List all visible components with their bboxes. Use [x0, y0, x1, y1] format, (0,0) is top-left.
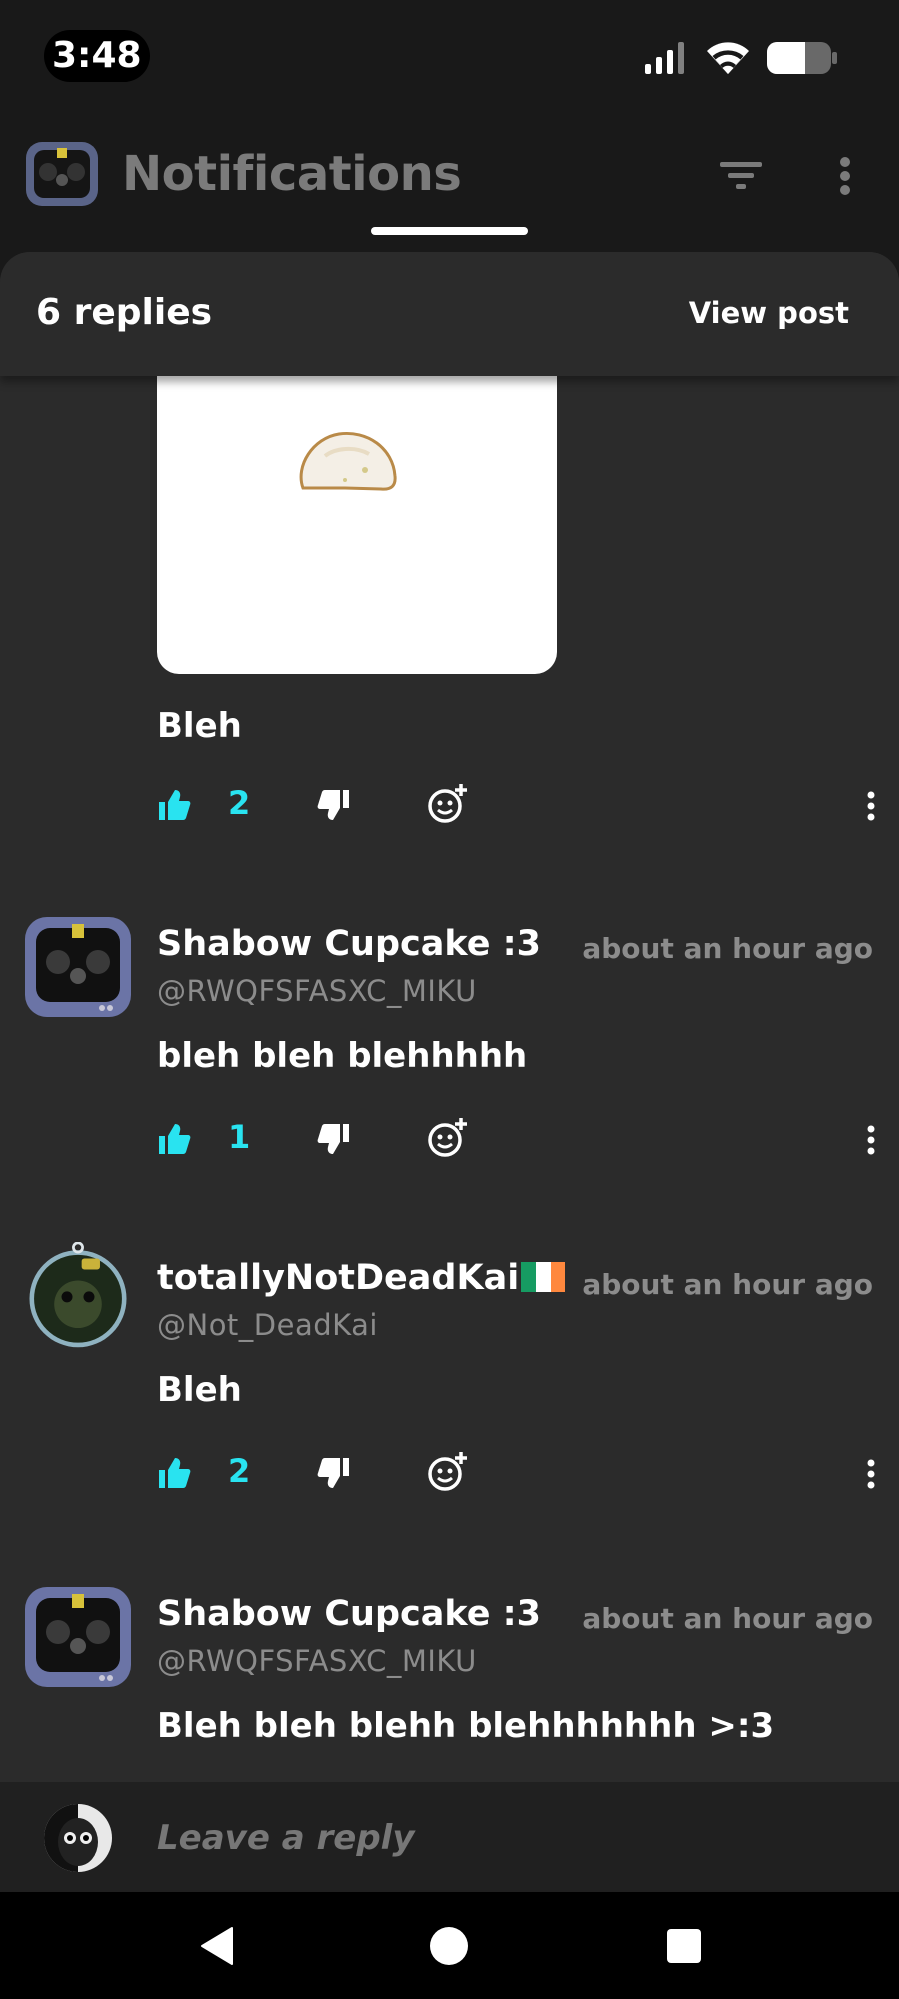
food-image-icon	[299, 431, 397, 491]
like-icon[interactable]	[157, 788, 191, 822]
like-count: 2	[228, 1452, 251, 1490]
user-name-text: totallyNotDeadKai	[157, 1258, 520, 1298]
user-name[interactable]: Shabow Cupcake :3	[157, 924, 541, 964]
comment-image[interactable]	[157, 376, 557, 674]
app-bar: Notifications	[0, 110, 899, 250]
signal-icon	[645, 42, 684, 74]
replies-sheet: 6 replies View post Bleh 2 Shabow Cupcak…	[0, 252, 899, 1782]
comment-actions: 2	[157, 1450, 877, 1498]
comment-actions: 2	[157, 782, 877, 830]
comment-text: Bleh bleh blehh blehhhhhhh >:3	[157, 1706, 775, 1746]
back-icon[interactable]	[196, 1924, 240, 1968]
user-name[interactable]: Shabow Cupcake :3	[157, 1594, 541, 1634]
comment-actions: 1	[157, 1116, 877, 1164]
comment-more-icon[interactable]	[865, 1458, 877, 1490]
page-title: Notifications	[122, 146, 462, 202]
user-name[interactable]: totallyNotDeadKai	[157, 1258, 566, 1298]
like-icon[interactable]	[157, 1456, 191, 1490]
replies-count: 6 replies	[36, 292, 213, 333]
user-handle[interactable]: @RWQFSFASXC_MIKU	[157, 974, 477, 1008]
more-options-icon[interactable]	[830, 154, 860, 198]
dislike-icon[interactable]	[317, 1456, 351, 1490]
user-handle[interactable]: @RWQFSFASXC_MIKU	[157, 1644, 477, 1678]
like-count: 2	[228, 784, 251, 822]
recents-icon[interactable]	[662, 1924, 706, 1968]
status-bar: 3:48	[0, 0, 899, 110]
dislike-icon[interactable]	[317, 788, 351, 822]
status-icons	[645, 38, 837, 78]
ireland-flag-icon	[521, 1261, 566, 1292]
profile-avatar-icon[interactable]	[24, 140, 100, 210]
reply-input[interactable]	[157, 1808, 857, 1868]
current-user-avatar	[44, 1804, 112, 1872]
comment-time: about an hour ago	[582, 1268, 873, 1301]
filter-icon[interactable]	[716, 154, 766, 198]
comments-list[interactable]: Bleh 2 Shabow Cupcake :3 about an hour a…	[0, 376, 899, 1782]
user-avatar[interactable]	[22, 1584, 134, 1692]
comment-more-icon[interactable]	[865, 1124, 877, 1156]
like-icon[interactable]	[157, 1122, 191, 1156]
wifi-icon	[707, 42, 749, 74]
add-reaction-icon[interactable]	[427, 782, 469, 824]
dislike-icon[interactable]	[317, 1122, 351, 1156]
comment-time: about an hour ago	[582, 932, 873, 965]
home-icon[interactable]	[427, 1924, 471, 1968]
comment-text: Bleh	[157, 1370, 242, 1410]
like-count: 1	[228, 1118, 251, 1156]
add-reaction-icon[interactable]	[427, 1116, 469, 1158]
comment-time: about an hour ago	[582, 1602, 873, 1635]
status-clock: 3:48	[44, 30, 150, 82]
comment-text: bleh bleh blehhhhh	[157, 1036, 528, 1076]
comment-more-icon[interactable]	[865, 790, 877, 822]
battery-icon	[767, 42, 837, 74]
user-avatar[interactable]	[22, 1242, 134, 1350]
comment-text: Bleh	[157, 706, 242, 746]
user-avatar[interactable]	[22, 914, 134, 1022]
view-post-button[interactable]: View post	[689, 296, 849, 330]
sheet-header: 6 replies View post	[0, 252, 899, 376]
add-reaction-icon[interactable]	[427, 1450, 469, 1492]
system-nav-bar	[0, 1892, 899, 1999]
reply-bar	[0, 1782, 899, 1892]
sheet-drag-handle[interactable]	[371, 227, 528, 235]
user-handle[interactable]: @Not_DeadKai	[157, 1308, 378, 1342]
